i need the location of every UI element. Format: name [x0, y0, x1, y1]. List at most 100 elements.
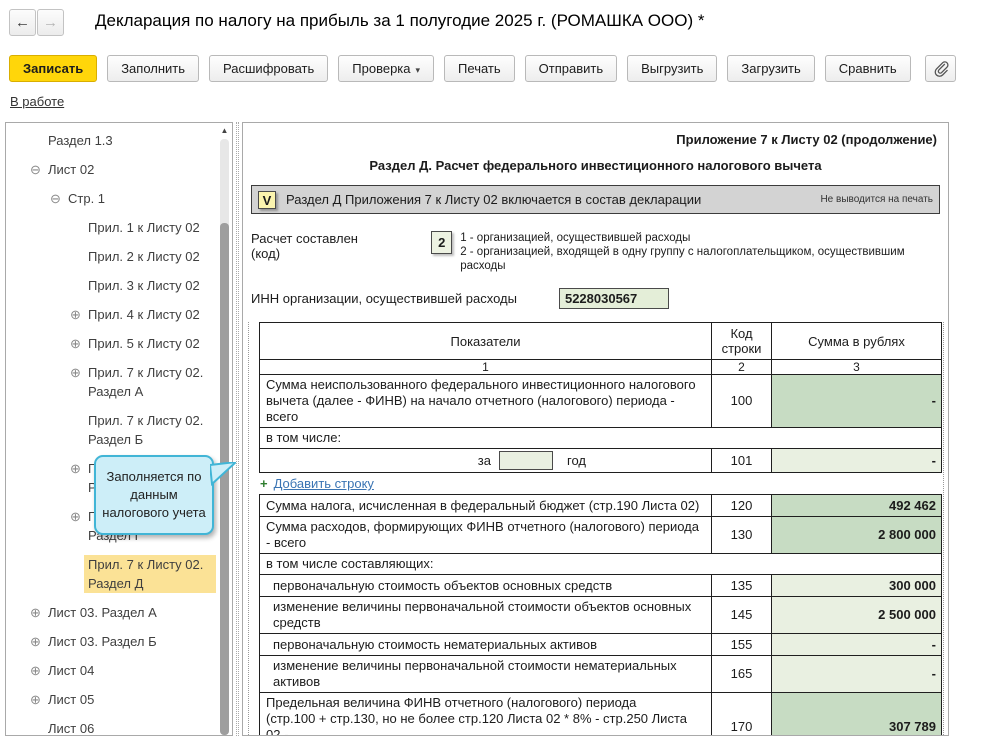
expander-plus-icon[interactable]: ⊕ — [67, 459, 84, 478]
amount-cell[interactable]: 300 000 — [772, 575, 942, 597]
amount-cell[interactable]: - — [772, 375, 942, 428]
line-code: 165 — [712, 656, 772, 693]
include-section-checkbox[interactable]: V — [258, 191, 276, 209]
table-row: первоначальную стоимость нематериальных … — [260, 634, 942, 656]
line-code: 135 — [712, 575, 772, 597]
calc-code-legend: 1 - организацией, осуществившей расходы … — [460, 231, 948, 273]
expander-plus-icon[interactable]: ⊕ — [27, 690, 44, 709]
expander-minus-icon[interactable]: ⊖ — [27, 160, 44, 179]
panel-splitter[interactable] — [236, 122, 239, 736]
expander-plus-icon[interactable]: ⊕ — [27, 661, 44, 680]
add-icon: + — [260, 476, 268, 491]
sidebar-item-label: Лист 03. Раздел А — [44, 603, 161, 622]
sidebar-scrollbar[interactable]: ▲ — [217, 123, 232, 735]
column-numbers-row: 1 2 3 — [260, 360, 942, 375]
expander-plus-icon[interactable]: ⊕ — [27, 632, 44, 651]
sidebar-item[interactable]: ⊕Лист 05 — [6, 690, 216, 709]
sidebar-item-label: Раздел 1.3 — [44, 131, 117, 150]
send-button[interactable]: Отправить — [525, 55, 617, 82]
attachments-button[interactable] — [925, 55, 956, 82]
calc-code-field[interactable]: 2 — [431, 231, 452, 254]
back-arrow-icon: ← — [15, 14, 30, 31]
table-row: Сумма неиспользованного федерального инв… — [260, 375, 942, 428]
sidebar-item[interactable]: ⊕Прил. 4 к Листу 02 — [6, 305, 216, 324]
sidebar-item[interactable]: ⊖Стр. 1 — [6, 189, 216, 208]
sidebar-item-label: Прил. 7 к Листу 02. Раздел Д — [84, 555, 216, 593]
toolbar: Записать Заполнить Расшифровать Проверка▾ Пе… — [9, 55, 911, 82]
decrypt-button[interactable]: Расшифровать — [209, 55, 328, 82]
sidebar-item[interactable]: Прил. 3 к Листу 02 — [6, 276, 216, 295]
year-suffix-label: год — [553, 453, 705, 469]
tooltip-tail — [210, 462, 236, 486]
check-button[interactable]: Проверка▾ — [338, 55, 434, 82]
line-code: 145 — [712, 597, 772, 634]
legend-line-1: 1 - организацией, осуществившей расходы — [460, 231, 948, 245]
sidebar-item[interactable]: ⊕Лист 04 — [6, 661, 216, 680]
sidebar-item[interactable]: ⊖Лист 02 — [6, 160, 216, 179]
expander-plus-icon[interactable]: ⊕ — [27, 603, 44, 622]
sidebar-item[interactable]: ⊕Лист 03. Раздел А — [6, 603, 216, 622]
expander-plus-icon[interactable]: ⊕ — [67, 363, 84, 382]
sidebar-item-label: Прил. 3 к Листу 02 — [84, 276, 204, 295]
sidebar-item[interactable]: Прил. 7 к Листу 02. Раздел Д — [6, 555, 216, 593]
sidebar-item-label: Прил. 7 к Листу 02. Раздел Б — [84, 411, 216, 449]
indicator-label: Сумма расходов, формирующих ФИНВ отчетно… — [260, 517, 712, 554]
amount-cell[interactable]: 492 462 — [772, 495, 942, 517]
sidebar-item-label: Лист 06 — [44, 719, 98, 736]
header-amount: Сумма в рублях — [772, 323, 942, 360]
sidebar-item[interactable]: Прил. 1 к Листу 02 — [6, 218, 216, 237]
line-code: 100 — [712, 375, 772, 428]
expander-plus-icon[interactable]: ⊕ — [67, 305, 84, 324]
amount-cell[interactable]: 2 500 000 — [772, 597, 942, 634]
sidebar-item[interactable]: Прил. 7 к Листу 02. Раздел Б — [6, 411, 216, 449]
status-link[interactable]: В работе — [10, 94, 64, 109]
year-field[interactable] — [499, 451, 553, 470]
sidebar-item[interactable]: ⊕Лист 03. Раздел Б — [6, 632, 216, 651]
indicators-table-top: Показатели Код строки Сумма в рублях 1 2… — [259, 322, 942, 473]
indicator-label: изменение величины первоначальной стоимо… — [260, 597, 712, 634]
amount-cell[interactable]: - — [772, 634, 942, 656]
sidebar-item[interactable]: Лист 06 — [6, 719, 216, 736]
inn-field[interactable]: 5228030567 — [559, 288, 669, 309]
callout-tooltip: Заполняется по данным налогового учета — [94, 455, 214, 535]
scroll-up-button[interactable]: ▲ — [217, 123, 232, 138]
table-row: загод101- — [260, 449, 942, 473]
expander-minus-icon[interactable]: ⊖ — [47, 189, 64, 208]
sidebar-item[interactable]: Раздел 1.3 — [6, 131, 216, 150]
sidebar-item[interactable]: Прил. 2 к Листу 02 — [6, 247, 216, 266]
not-printed-note: Не выводится на печать — [820, 194, 933, 205]
line-code: 130 — [712, 517, 772, 554]
sidebar-item-label: Лист 02 — [44, 160, 98, 179]
indicators-table-bottom: Сумма налога, исчисленная в федеральный … — [259, 494, 942, 736]
amount-cell[interactable]: - — [772, 656, 942, 693]
calc-code-row: Расчет составлен (код) 2 1 - организацие… — [251, 231, 948, 273]
col-number-3: 3 — [772, 360, 942, 375]
line-code: 120 — [712, 495, 772, 517]
table-row: изменение величины первоначальной стоимо… — [260, 656, 942, 693]
back-button[interactable]: ← — [9, 9, 36, 36]
sidebar-item-label: Лист 05 — [44, 690, 98, 709]
indicator-label: первоначальную стоимость нематериальных … — [260, 634, 712, 656]
table-row: в том числе составляющих: — [260, 554, 942, 575]
inn-row: ИНН организации, осуществившей расходы 5… — [251, 288, 948, 309]
export-button[interactable]: Выгрузить — [627, 55, 717, 82]
appendix-header: Приложение 7 к Листу 02 (продолжение) — [243, 132, 948, 147]
fill-button[interactable]: Заполнить — [107, 55, 199, 82]
line-code: 101 — [712, 449, 772, 473]
expander-plus-icon[interactable]: ⊕ — [67, 334, 84, 353]
amount-cell[interactable]: - — [772, 449, 942, 473]
amount-cell[interactable]: 2 800 000 — [772, 517, 942, 554]
import-button[interactable]: Загрузить — [727, 55, 814, 82]
sidebar-item[interactable]: ⊕Прил. 7 к Листу 02. Раздел А — [6, 363, 216, 401]
expander-plus-icon[interactable]: ⊕ — [67, 507, 84, 526]
compare-button[interactable]: Сравнить — [825, 55, 911, 82]
save-button[interactable]: Записать — [9, 55, 97, 82]
forward-button[interactable]: → — [37, 9, 64, 36]
amount-cell[interactable]: 307 789 — [772, 693, 942, 736]
print-button[interactable]: Печать — [444, 55, 515, 82]
sidebar-item-label: Прил. 5 к Листу 02 — [84, 334, 204, 353]
add-row-link[interactable]: Добавить строку — [274, 476, 374, 491]
table-row: Сумма расходов, формирующих ФИНВ отчетно… — [260, 517, 942, 554]
sidebar-item-label: Стр. 1 — [64, 189, 109, 208]
sidebar-item[interactable]: ⊕Прил. 5 к Листу 02 — [6, 334, 216, 353]
